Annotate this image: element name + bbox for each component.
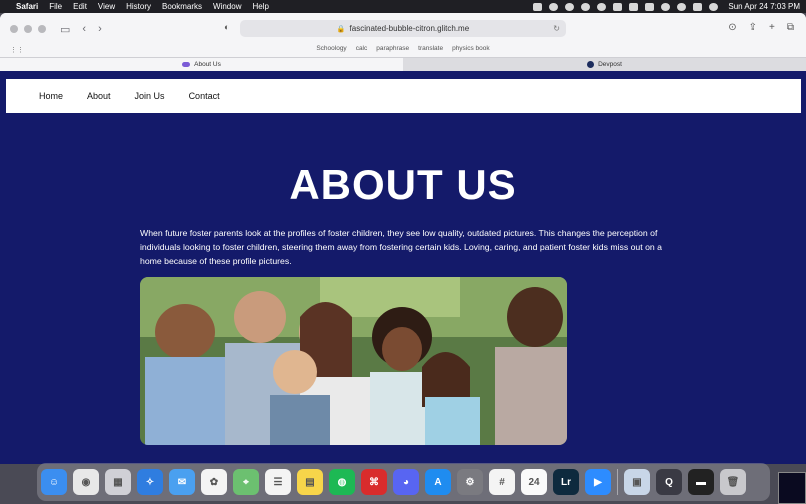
menu-safari[interactable]: Safari	[16, 2, 38, 11]
status-record-icon[interactable]	[549, 2, 559, 11]
status-app-icon[interactable]	[533, 2, 543, 11]
sidebar-toggle-icon[interactable]: ▭	[60, 23, 70, 36]
menubar-clock[interactable]: Sun Apr 24 7:03 PM	[728, 2, 800, 11]
keyboard-icon[interactable]	[613, 2, 623, 11]
screen-thumbnail[interactable]	[778, 472, 806, 504]
slack-icon[interactable]: #	[489, 469, 515, 495]
tab-title: Devpost	[598, 61, 622, 68]
dock-separator	[617, 469, 618, 495]
tab-title: About Us	[194, 61, 221, 68]
spotify-icon[interactable]: ◍	[329, 469, 355, 495]
maps-icon[interactable]: ⌖	[233, 469, 259, 495]
address-bar[interactable]: 🔒 fascinated-bubble-citron.glitch.me ↻	[240, 20, 566, 37]
browser-toolbar: ▭ ‹ › ◐ 🔒 fascinated-bubble-citron.glitc…	[0, 13, 806, 45]
share-icon[interactable]: ⇪	[749, 22, 757, 33]
app-store-icon[interactable]: A	[425, 469, 451, 495]
window-controls	[10, 25, 46, 33]
preview-icon[interactable]: ▣	[624, 469, 650, 495]
back-icon[interactable]: ‹	[82, 23, 86, 35]
control-center-icon[interactable]	[693, 2, 703, 11]
acrobat-icon[interactable]: ⌘	[361, 469, 387, 495]
family-photo	[140, 277, 567, 445]
notes-icon[interactable]: ▤	[297, 469, 323, 495]
bookmark-translate[interactable]: translate	[418, 45, 443, 57]
wifi-icon[interactable]	[661, 2, 671, 11]
privacy-shield-icon[interactable]: ◐	[224, 22, 229, 32]
devpost-favicon-icon	[587, 61, 595, 68]
launchpad-icon[interactable]: ▦	[105, 469, 131, 495]
menu-help[interactable]: Help	[252, 2, 268, 11]
menubar: Safari File Edit View History Bookmarks …	[0, 0, 806, 13]
new-tab-icon[interactable]: +	[769, 22, 775, 33]
intro-paragraph: When future foster parents look at the p…	[140, 228, 662, 266]
downloads-icon[interactable]: ⊙	[728, 22, 736, 33]
nav-join-us-link[interactable]: Join Us	[135, 91, 165, 101]
quicktime-icon[interactable]: Q	[656, 469, 682, 495]
url-text[interactable]: fascinated-bubble-citron.glitch.me	[350, 24, 470, 33]
bookmark-paraphrase[interactable]: paraphrase	[376, 45, 409, 57]
menu-file[interactable]: File	[49, 2, 62, 11]
safari-icon[interactable]: ✧	[137, 469, 163, 495]
battery-icon[interactable]	[645, 2, 655, 11]
tab-overview-icon[interactable]: ⧉	[787, 22, 794, 33]
nav-home-link[interactable]: Home	[39, 91, 63, 101]
minimize-window-button[interactable]	[24, 25, 32, 33]
zoom-window-button[interactable]	[38, 25, 46, 33]
menu-bookmarks[interactable]: Bookmarks	[162, 2, 202, 11]
siri-icon[interactable]	[709, 2, 719, 11]
bluetooth-icon[interactable]	[629, 2, 639, 11]
bookmark-calc[interactable]: calc	[356, 45, 368, 57]
glitch-favicon-icon	[182, 62, 191, 67]
bookmark-schoology[interactable]: Schoology	[316, 45, 346, 57]
lightroom-icon[interactable]: Lr	[553, 469, 579, 495]
web-page: Home About Join Us Contact ABOUT US When…	[0, 71, 806, 464]
screenshot-icon[interactable]: ▬	[688, 469, 714, 495]
menu-view[interactable]: View	[98, 2, 115, 11]
tab-bar: About Us Devpost	[0, 57, 806, 71]
dock: ☺ ◉ ▦ ✧ ✉ ✿ ⌖ ☰ ▤ ◍ ⌘ ◕ A ⚙ #24 Lr ▶ ▣ Q ▬ 🗑	[37, 463, 770, 501]
moon-icon[interactable]	[597, 2, 607, 11]
forward-icon[interactable]: ›	[98, 23, 102, 35]
bookmarks-bar: ⋮⋮ Schoology calc paraphrase translate p…	[0, 45, 806, 57]
close-window-button[interactable]	[10, 25, 18, 33]
menu-edit[interactable]: Edit	[73, 2, 87, 11]
zoom-icon[interactable]: ▶	[585, 469, 611, 495]
reload-icon[interactable]: ↻	[553, 24, 560, 33]
menu-window[interactable]: Window	[213, 2, 241, 11]
chrome-icon[interactable]: ◉	[73, 469, 99, 495]
calendar-icon[interactable]: 24	[521, 469, 547, 495]
safari-window: ▭ ‹ › ◐ 🔒 fascinated-bubble-citron.glitc…	[0, 13, 806, 464]
family-photo-illustration	[140, 277, 567, 445]
discord-icon[interactable]: ◕	[393, 469, 419, 495]
mail-icon[interactable]: ✉	[169, 469, 195, 495]
menu-history[interactable]: History	[126, 2, 151, 11]
nav-contact-link[interactable]: Contact	[189, 91, 220, 101]
spotlight-search-icon[interactable]	[677, 2, 687, 11]
system-preferences-icon[interactable]: ⚙	[457, 469, 483, 495]
bookmark-physics-book[interactable]: physics book	[452, 45, 490, 57]
status-play-icon[interactable]	[581, 2, 591, 11]
status-grammarly-icon[interactable]	[565, 2, 575, 11]
apps-grid-icon[interactable]: ⋮⋮	[10, 46, 24, 54]
reminders-icon[interactable]: ☰	[265, 469, 291, 495]
lock-icon: 🔒	[336, 25, 346, 33]
trash-icon[interactable]: 🗑	[720, 469, 746, 495]
finder-icon[interactable]: ☺	[41, 469, 67, 495]
photos-icon[interactable]: ✿	[201, 469, 227, 495]
tab-devpost[interactable]: Devpost	[403, 58, 806, 71]
tab-about-us[interactable]: About Us	[0, 58, 403, 71]
site-navbar: Home About Join Us Contact	[6, 79, 801, 113]
nav-about-link[interactable]: About	[87, 91, 111, 101]
page-title: ABOUT US	[289, 161, 517, 208]
